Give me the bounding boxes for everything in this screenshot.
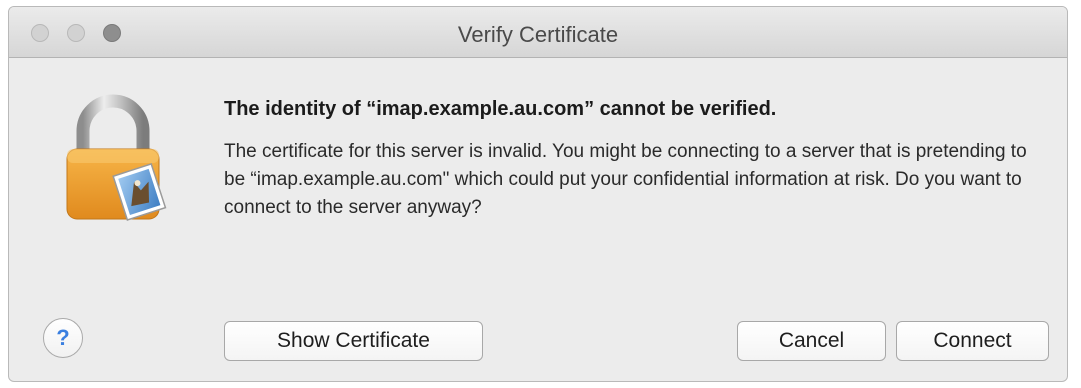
dialog-message: The certificate for this server is inval… bbox=[224, 141, 1027, 218]
lock-icon bbox=[61, 91, 173, 225]
dialog-heading: The identity of “imap.example.au.com” ca… bbox=[224, 98, 777, 120]
window-title: Verify Certificate bbox=[457, 22, 619, 47]
connect-button[interactable]: Connect bbox=[896, 321, 1049, 361]
help-button[interactable]: ? bbox=[43, 318, 83, 358]
title-bar[interactable]: Verify Certificate bbox=[9, 7, 1067, 58]
verify-certificate-dialog: Verify Certificate The identity of “imap… bbox=[8, 6, 1068, 382]
cancel-button[interactable]: Cancel bbox=[737, 321, 886, 361]
show-certificate-button[interactable]: Show Certificate bbox=[224, 321, 483, 361]
